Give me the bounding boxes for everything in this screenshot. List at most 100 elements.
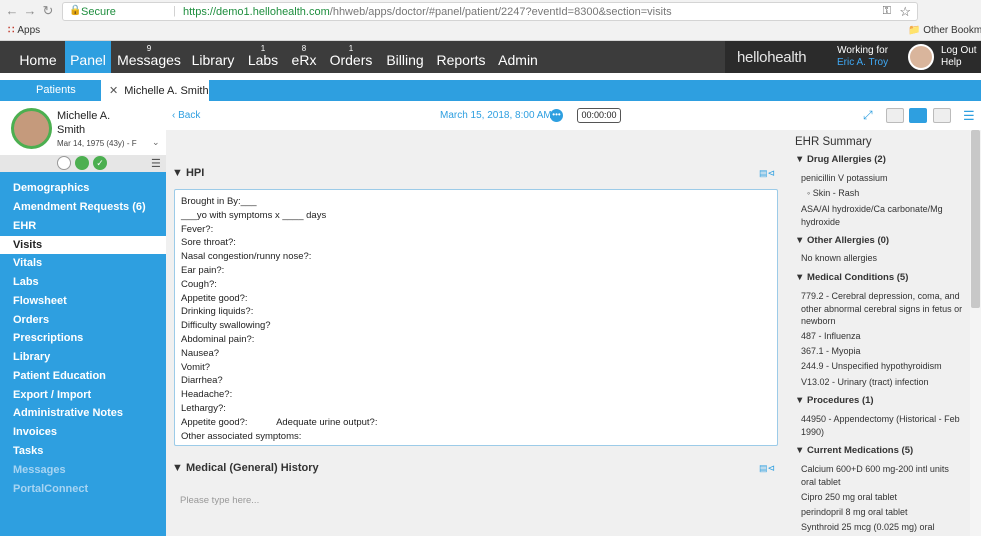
- hpi-section-header[interactable]: ▼ HPI: [172, 167, 204, 179]
- menu-icon[interactable]: ☰: [963, 108, 975, 124]
- bookmarks-bar: ∷Apps 📁 Other Bookma: [0, 22, 981, 40]
- nav-labs[interactable]: 1 Labs: [244, 41, 282, 73]
- lock-icon: 🔒: [69, 5, 82, 16]
- procedure-item: 44950 - Appendectomy (Historical - Feb 1…: [801, 414, 960, 437]
- sidebar-item-visits[interactable]: Visits: [0, 236, 166, 254]
- hpi-textarea[interactable]: Brought in By:___ ___yo with symptoms x …: [174, 189, 778, 446]
- close-tab-icon[interactable]: ✕: [109, 85, 118, 97]
- sidebar-item-vitals[interactable]: Vitals: [13, 257, 42, 269]
- hpi-line: Fever?:: [181, 223, 214, 235]
- nav-label: Reports: [436, 52, 486, 68]
- apps-label: Apps: [17, 25, 41, 36]
- address-separator: |: [173, 5, 176, 17]
- forward-arrow-icon[interactable]: →: [22, 3, 38, 19]
- sidebar-item-export-import[interactable]: Export / Import: [13, 389, 91, 401]
- check-icon[interactable]: ✓: [93, 156, 107, 170]
- doctor-avatar[interactable]: [908, 44, 934, 70]
- nav-label: Orders: [329, 52, 373, 68]
- visit-date[interactable]: March 15, 2018, 8:00 AM: [440, 110, 552, 121]
- sidebar-item-prescriptions[interactable]: Prescriptions: [13, 332, 83, 344]
- sidebar-item-administrative-notes[interactable]: Administrative Notes: [13, 407, 123, 419]
- main-content: ▼ HPI ▤⊲ Brought in By:___ ___yo with sy…: [166, 130, 788, 536]
- sidebar-item-portalconnect[interactable]: PortalConnect: [13, 483, 88, 495]
- bookmark-star-icon[interactable]: ☆: [899, 4, 911, 20]
- menu-icon[interactable]: ☰: [151, 157, 161, 170]
- nav-messages[interactable]: 9 Messages: [116, 41, 182, 73]
- hpi-line: ___yo with symptoms x ____ days: [181, 209, 327, 221]
- template-share-icon[interactable]: ▤⊲: [759, 463, 775, 474]
- nav-billing[interactable]: Billing: [382, 41, 428, 73]
- person-icon[interactable]: [75, 156, 89, 170]
- other-bookmarks[interactable]: 📁 Other Bookma: [908, 25, 981, 36]
- drug-allergies-header[interactable]: ▼ Drug Allergies (2): [795, 154, 886, 165]
- nav-label: Messages: [117, 52, 181, 68]
- medication-item: Synthroid 25 mcg (0.025 mg) oral: [801, 522, 935, 532]
- sidebar-item-labs[interactable]: Labs: [13, 276, 39, 288]
- procedures-label: Procedures (1): [807, 395, 874, 406]
- sidebar-item-invoices[interactable]: Invoices: [13, 426, 57, 438]
- patient-dob: Mar 14, 1975 (43y) - F: [57, 139, 137, 148]
- sidebar-item-demographics[interactable]: Demographics: [13, 182, 89, 194]
- tab-current-patient[interactable]: ✕ Michelle A. Smith: [101, 80, 209, 101]
- hpi-line: Headache?:: [181, 389, 233, 401]
- nav-label: Library: [191, 52, 235, 68]
- medication-item: perindopril 8 mg oral tablet: [801, 507, 908, 517]
- sidebar-item-amendment-requests[interactable]: Amendment Requests (6): [13, 201, 146, 213]
- sidebar-item-library[interactable]: Library: [13, 351, 50, 363]
- more-options-icon[interactable]: •••: [550, 109, 563, 122]
- patient-avatar: [11, 108, 52, 149]
- back-arrow-icon[interactable]: ←: [4, 3, 20, 19]
- hpi-line: Vomit?: [181, 361, 211, 373]
- medical-conditions-header[interactable]: ▼ Medical Conditions (5): [795, 272, 908, 283]
- layout-full-icon[interactable]: [933, 108, 951, 123]
- sidebar-item-tasks[interactable]: Tasks: [13, 445, 43, 457]
- other-bookmarks-label: Other Bookma: [923, 25, 981, 36]
- layout-left-panel-icon[interactable]: [886, 108, 904, 123]
- hpi-line: Cough?:: [181, 278, 217, 290]
- template-share-icon[interactable]: ▤⊲: [759, 168, 775, 179]
- ehr-scrollbar[interactable]: [970, 130, 981, 536]
- sidebar-item-messages[interactable]: Messages: [13, 464, 66, 476]
- patient-actions: ✓ ☰: [0, 155, 166, 172]
- reload-icon[interactable]: ↻: [40, 3, 56, 19]
- sidebar-item-patient-education[interactable]: Patient Education: [13, 370, 106, 382]
- hpi-line: Diarrhea?: [181, 375, 223, 387]
- apps-bookmark[interactable]: ∷ Apps: [8, 25, 40, 36]
- medical-conditions-label: Medical Conditions (5): [807, 272, 909, 283]
- expand-icon[interactable]: ⤢: [863, 108, 873, 123]
- document-icon[interactable]: [57, 156, 71, 170]
- address-bar[interactable]: 🔒 Secure | https://demo1.hellohealth.com…: [62, 2, 918, 21]
- layout-right-panel-icon[interactable]: [909, 108, 927, 123]
- nav-admin[interactable]: Admin: [494, 41, 542, 73]
- sidebar-item-ehr[interactable]: EHR: [13, 220, 36, 232]
- visit-timer[interactable]: 00:00:00: [577, 108, 621, 123]
- nav-library[interactable]: Library: [188, 41, 238, 73]
- other-allergies-header[interactable]: ▼ Other Allergies (0): [795, 235, 889, 246]
- triangle-down-icon: ▼: [172, 167, 183, 179]
- key-icon[interactable]: ⚿: [883, 5, 891, 18]
- help-link[interactable]: Help: [941, 57, 977, 69]
- apps-grid-icon: ∷: [8, 25, 15, 36]
- secure-label: Secure: [81, 6, 116, 18]
- nav-orders[interactable]: 1 Orders: [327, 41, 375, 73]
- tab-patients[interactable]: Patients: [36, 84, 76, 96]
- nav-panel[interactable]: Panel: [65, 41, 111, 73]
- sidebar-item-orders[interactable]: Orders: [13, 314, 49, 326]
- procedures-header[interactable]: ▼ Procedures (1): [795, 395, 874, 406]
- browser-chrome: ← → ↻ 🔒 Secure | https://demo1.helloheal…: [0, 0, 981, 41]
- medications-header[interactable]: ▼ Current Medications (5): [795, 445, 913, 456]
- chevron-down-icon[interactable]: ⌄: [152, 137, 160, 148]
- hpi-line: Appetite good?: Adequate urine output?:: [181, 416, 378, 428]
- nav-erx[interactable]: 8 eRx: [288, 41, 320, 73]
- working-for-name[interactable]: Eric A. Troy: [837, 57, 888, 69]
- logout-link[interactable]: Log Out: [941, 45, 977, 57]
- back-link[interactable]: ‹ Back: [172, 110, 200, 121]
- nav-reports[interactable]: Reports: [434, 41, 488, 73]
- sidebar-item-flowsheet[interactable]: Flowsheet: [13, 295, 67, 307]
- medical-history-input[interactable]: Please type here...: [174, 490, 778, 512]
- nav-home[interactable]: Home: [12, 41, 64, 73]
- hpi-line: Lethargy?:: [181, 402, 226, 414]
- medical-history-section-header[interactable]: ▼ Medical (General) History: [172, 462, 319, 474]
- scrollbar-thumb[interactable]: [971, 130, 980, 308]
- medication-item: Cipro 250 mg oral tablet: [801, 492, 898, 502]
